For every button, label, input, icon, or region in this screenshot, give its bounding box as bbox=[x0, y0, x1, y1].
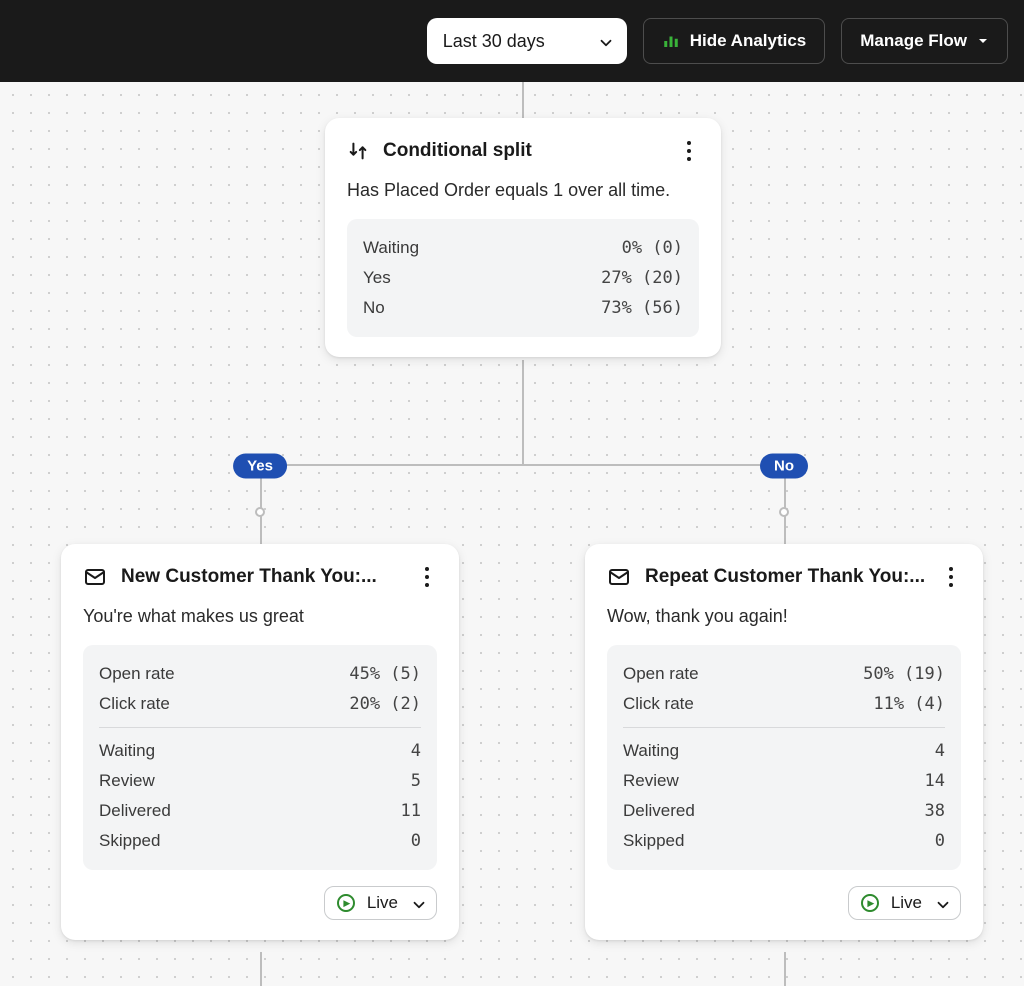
email-stats: Open rate 45% (5) Click rate 20% (2) Wai… bbox=[83, 645, 437, 870]
branch-label-yes: Yes bbox=[233, 454, 287, 479]
connector bbox=[260, 464, 784, 466]
stat-row: Waiting 0% (0) bbox=[363, 233, 683, 263]
mail-icon bbox=[83, 565, 107, 589]
stat-label: Review bbox=[99, 771, 155, 791]
stat-label: Delivered bbox=[99, 801, 171, 821]
stat-row: Open rate 45% (5) bbox=[99, 659, 421, 689]
email-subject: You're what makes us great bbox=[83, 606, 437, 627]
flow-canvas[interactable]: Yes No Conditional split Has Placed Orde… bbox=[0, 82, 1024, 986]
stat-row: No 73% (56) bbox=[363, 293, 683, 323]
email-stats: Open rate 50% (19) Click rate 11% (4) Wa… bbox=[607, 645, 961, 870]
analytics-icon bbox=[662, 32, 680, 50]
stat-value: 5 bbox=[411, 771, 421, 791]
stat-label: Waiting bbox=[363, 238, 419, 258]
stat-label: Click rate bbox=[99, 694, 170, 714]
manage-flow-label: Manage Flow bbox=[860, 31, 967, 51]
stat-value: 14 bbox=[925, 771, 945, 791]
topbar: Last 30 days Hide Analytics Manage Flow bbox=[0, 0, 1024, 82]
email-card-left[interactable]: New Customer Thank You:... You're what m… bbox=[61, 544, 459, 940]
connector bbox=[522, 82, 524, 118]
divider bbox=[99, 727, 421, 728]
conditional-split-card[interactable]: Conditional split Has Placed Order equal… bbox=[325, 118, 721, 357]
stat-label: Yes bbox=[363, 268, 391, 288]
stat-row: Review 14 bbox=[623, 766, 945, 796]
split-stats: Waiting 0% (0) Yes 27% (20) No 73% (56) bbox=[347, 219, 699, 337]
status-select[interactable]: Live bbox=[848, 886, 961, 920]
stat-value: 4 bbox=[411, 741, 421, 761]
stat-value: 4 bbox=[935, 741, 945, 761]
card-title: Conditional split bbox=[383, 140, 665, 162]
hide-analytics-button[interactable]: Hide Analytics bbox=[643, 18, 826, 64]
stat-label: Skipped bbox=[623, 831, 684, 851]
card-menu-button[interactable] bbox=[941, 564, 961, 590]
email-card-right[interactable]: Repeat Customer Thank You:... Wow, thank… bbox=[585, 544, 983, 940]
status-row: Live bbox=[607, 886, 961, 920]
split-condition: Has Placed Order equals 1 over all time. bbox=[347, 180, 699, 201]
stat-row: Delivered 11 bbox=[99, 796, 421, 826]
stat-row: Skipped 0 bbox=[99, 826, 421, 856]
manage-flow-button[interactable]: Manage Flow bbox=[841, 18, 1008, 64]
stat-label: Open rate bbox=[623, 664, 699, 684]
stat-label: Review bbox=[623, 771, 679, 791]
stat-value: 50% (19) bbox=[863, 664, 945, 684]
stat-row: Waiting 4 bbox=[623, 736, 945, 766]
stat-row: Review 5 bbox=[99, 766, 421, 796]
stat-value: 38 bbox=[925, 801, 945, 821]
stat-row: Click rate 11% (4) bbox=[623, 689, 945, 719]
stat-label: Open rate bbox=[99, 664, 175, 684]
card-header: Conditional split bbox=[347, 138, 699, 164]
stat-value: 45% (5) bbox=[349, 664, 421, 684]
date-range-select[interactable]: Last 30 days bbox=[427, 18, 627, 64]
stat-row: Yes 27% (20) bbox=[363, 263, 683, 293]
connector bbox=[784, 952, 786, 986]
stat-label: Click rate bbox=[623, 694, 694, 714]
stat-value: 73% (56) bbox=[601, 298, 683, 318]
card-menu-button[interactable] bbox=[679, 138, 699, 164]
branch-label-no: No bbox=[760, 454, 808, 479]
card-menu-button[interactable] bbox=[417, 564, 437, 590]
divider bbox=[623, 727, 945, 728]
chevron-down-icon bbox=[597, 34, 611, 48]
stat-label: No bbox=[363, 298, 385, 318]
stat-row: Waiting 4 bbox=[99, 736, 421, 766]
stat-row: Open rate 50% (19) bbox=[623, 659, 945, 689]
status-label: Live bbox=[367, 893, 398, 913]
stat-value: 0 bbox=[411, 831, 421, 851]
stat-label: Skipped bbox=[99, 831, 160, 851]
stat-value: 20% (2) bbox=[349, 694, 421, 714]
stat-value: 27% (20) bbox=[601, 268, 683, 288]
card-header: Repeat Customer Thank You:... bbox=[607, 564, 961, 590]
connector bbox=[522, 360, 524, 464]
hide-analytics-label: Hide Analytics bbox=[690, 31, 807, 51]
status-label: Live bbox=[891, 893, 922, 913]
email-subject: Wow, thank you again! bbox=[607, 606, 961, 627]
connector-joint bbox=[779, 507, 789, 517]
live-icon bbox=[337, 894, 355, 912]
card-title: New Customer Thank You:... bbox=[121, 566, 403, 588]
status-select[interactable]: Live bbox=[324, 886, 437, 920]
stat-row: Click rate 20% (2) bbox=[99, 689, 421, 719]
date-range-label: Last 30 days bbox=[443, 31, 545, 52]
status-row: Live bbox=[83, 886, 437, 920]
chevron-down-icon bbox=[934, 896, 948, 910]
chevron-down-icon bbox=[410, 896, 424, 910]
live-icon bbox=[861, 894, 879, 912]
stat-label: Waiting bbox=[623, 741, 679, 761]
stat-value: 11 bbox=[401, 801, 421, 821]
card-header: New Customer Thank You:... bbox=[83, 564, 437, 590]
split-icon bbox=[347, 140, 369, 162]
stat-label: Waiting bbox=[99, 741, 155, 761]
stat-value: 0% (0) bbox=[611, 238, 683, 258]
stat-value: 0 bbox=[935, 831, 945, 851]
stat-row: Skipped 0 bbox=[623, 826, 945, 856]
mail-icon bbox=[607, 565, 631, 589]
caret-down-icon bbox=[977, 35, 989, 47]
stat-value: 11% (4) bbox=[873, 694, 945, 714]
card-title: Repeat Customer Thank You:... bbox=[645, 566, 927, 588]
connector-joint bbox=[255, 507, 265, 517]
stat-label: Delivered bbox=[623, 801, 695, 821]
stat-row: Delivered 38 bbox=[623, 796, 945, 826]
connector bbox=[260, 952, 262, 986]
